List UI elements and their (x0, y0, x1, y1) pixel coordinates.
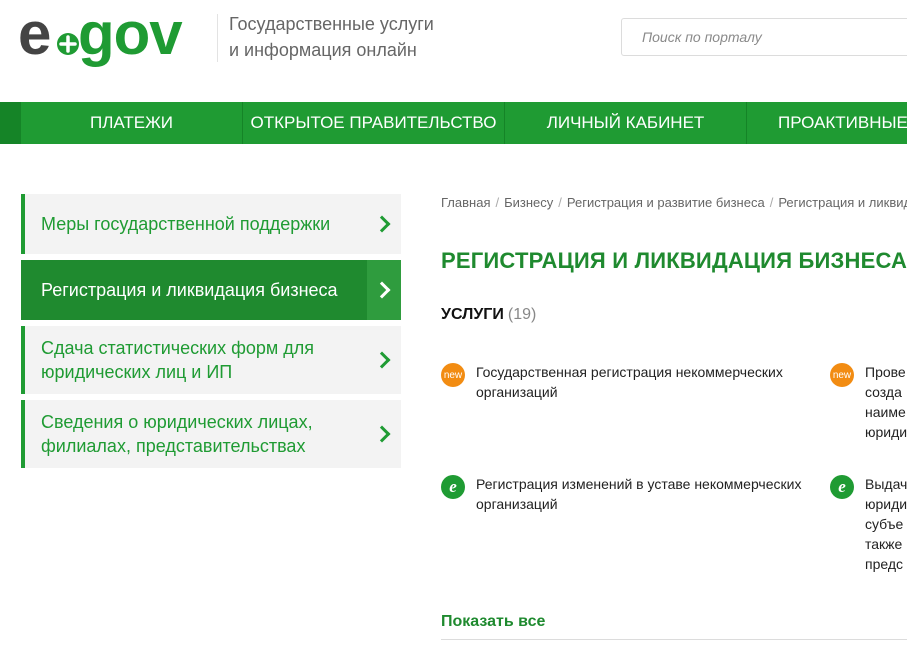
breadcrumb-business-development[interactable]: Регистрация и развитие бизнеса (567, 195, 765, 210)
section-divider (441, 639, 907, 640)
nav-item-personal-cabinet[interactable]: ЛИЧНЫЙ КАБИНЕТ (505, 102, 746, 144)
sidebar: Меры государственной поддержки Регистрац… (21, 194, 401, 474)
logo-e-text: e (18, 2, 51, 67)
service-item-link[interactable]: Выдач юриди субъе также предс (865, 474, 907, 574)
sidebar-item-label: Регистрация и ликвидация бизнеса (41, 280, 338, 300)
sidebar-item-label: Сведения о юридических лицах, филиалах, … (41, 412, 313, 456)
services-heading-label: УСЛУГИ (441, 306, 504, 323)
egov-logo[interactable]: e gov (18, 2, 210, 72)
new-badge-icon: new (441, 363, 465, 387)
nav-item-open-government[interactable]: ОТКРЫТОЕ ПРАВИТЕЛЬСТВО (243, 102, 504, 144)
chevron-right-icon (367, 326, 401, 394)
service-item-link[interactable]: Государственная регистрация некоммерческ… (476, 362, 811, 402)
breadcrumb-current: Регистрация и ликвида (778, 195, 907, 210)
logo-divider (217, 14, 218, 62)
breadcrumb-separator: / (769, 195, 774, 210)
e-service-icon: e (830, 475, 854, 499)
services-heading: УСЛУГИ (19) (441, 306, 536, 324)
page-title: РЕГИСТРАЦИЯ И ЛИКВИДАЦИЯ БИЗНЕСА (441, 248, 907, 273)
header: e gov Государственные услуги и информаци… (0, 0, 907, 102)
service-item-link[interactable]: Прове созда наиме юриди (865, 362, 907, 442)
e-service-icon: e (441, 475, 465, 499)
sidebar-item-state-support[interactable]: Меры государственной поддержки (21, 194, 401, 254)
sidebar-item-label: Меры государственной поддержки (41, 214, 331, 234)
breadcrumb-separator: / (495, 195, 500, 210)
breadcrumb-business[interactable]: Бизнесу (504, 195, 553, 210)
sidebar-item-label: Сдача статистических форм для юридически… (41, 338, 315, 382)
main-nav: ПЛАТЕЖИ ОТКРЫТОЕ ПРАВИТЕЛЬСТВО ЛИЧНЫЙ КА… (0, 102, 907, 144)
breadcrumb-home[interactable]: Главная (441, 195, 490, 210)
sidebar-item-registration-liquidation[interactable]: Регистрация и ликвидация бизнеса (21, 260, 401, 320)
chevron-right-icon (367, 260, 401, 320)
nav-divider (746, 102, 747, 144)
sidebar-item-legal-entities-info[interactable]: Сведения о юридических лицах, филиалах, … (21, 400, 401, 468)
service-item-link[interactable]: Регистрация изменений в уставе некоммерч… (476, 474, 811, 514)
nav-item-proactive[interactable]: ПРОАКТИВНЫЕ У (778, 102, 907, 144)
tagline-line-1: Государственные услуги (229, 14, 434, 34)
chevron-right-icon (367, 194, 401, 254)
nav-item-payments[interactable]: ПЛАТЕЖИ (21, 102, 242, 144)
tagline-line-2: и информация онлайн (229, 40, 417, 60)
site-tagline: Государственные услуги и информация онла… (229, 11, 489, 63)
services-count: (19) (507, 306, 537, 323)
nav-accent (0, 102, 21, 144)
show-all-link[interactable]: Показать все (441, 613, 545, 631)
chevron-right-icon (367, 400, 401, 468)
sidebar-item-statistical-forms[interactable]: Сдача статистических форм для юридически… (21, 326, 401, 394)
breadcrumb: Главная / Бизнесу / Регистрация и развитие б… (441, 195, 907, 210)
logo-gov-text: gov (78, 2, 183, 67)
new-badge-icon: new (830, 363, 854, 387)
search-input[interactable] (621, 18, 907, 56)
breadcrumb-separator: / (558, 195, 562, 210)
